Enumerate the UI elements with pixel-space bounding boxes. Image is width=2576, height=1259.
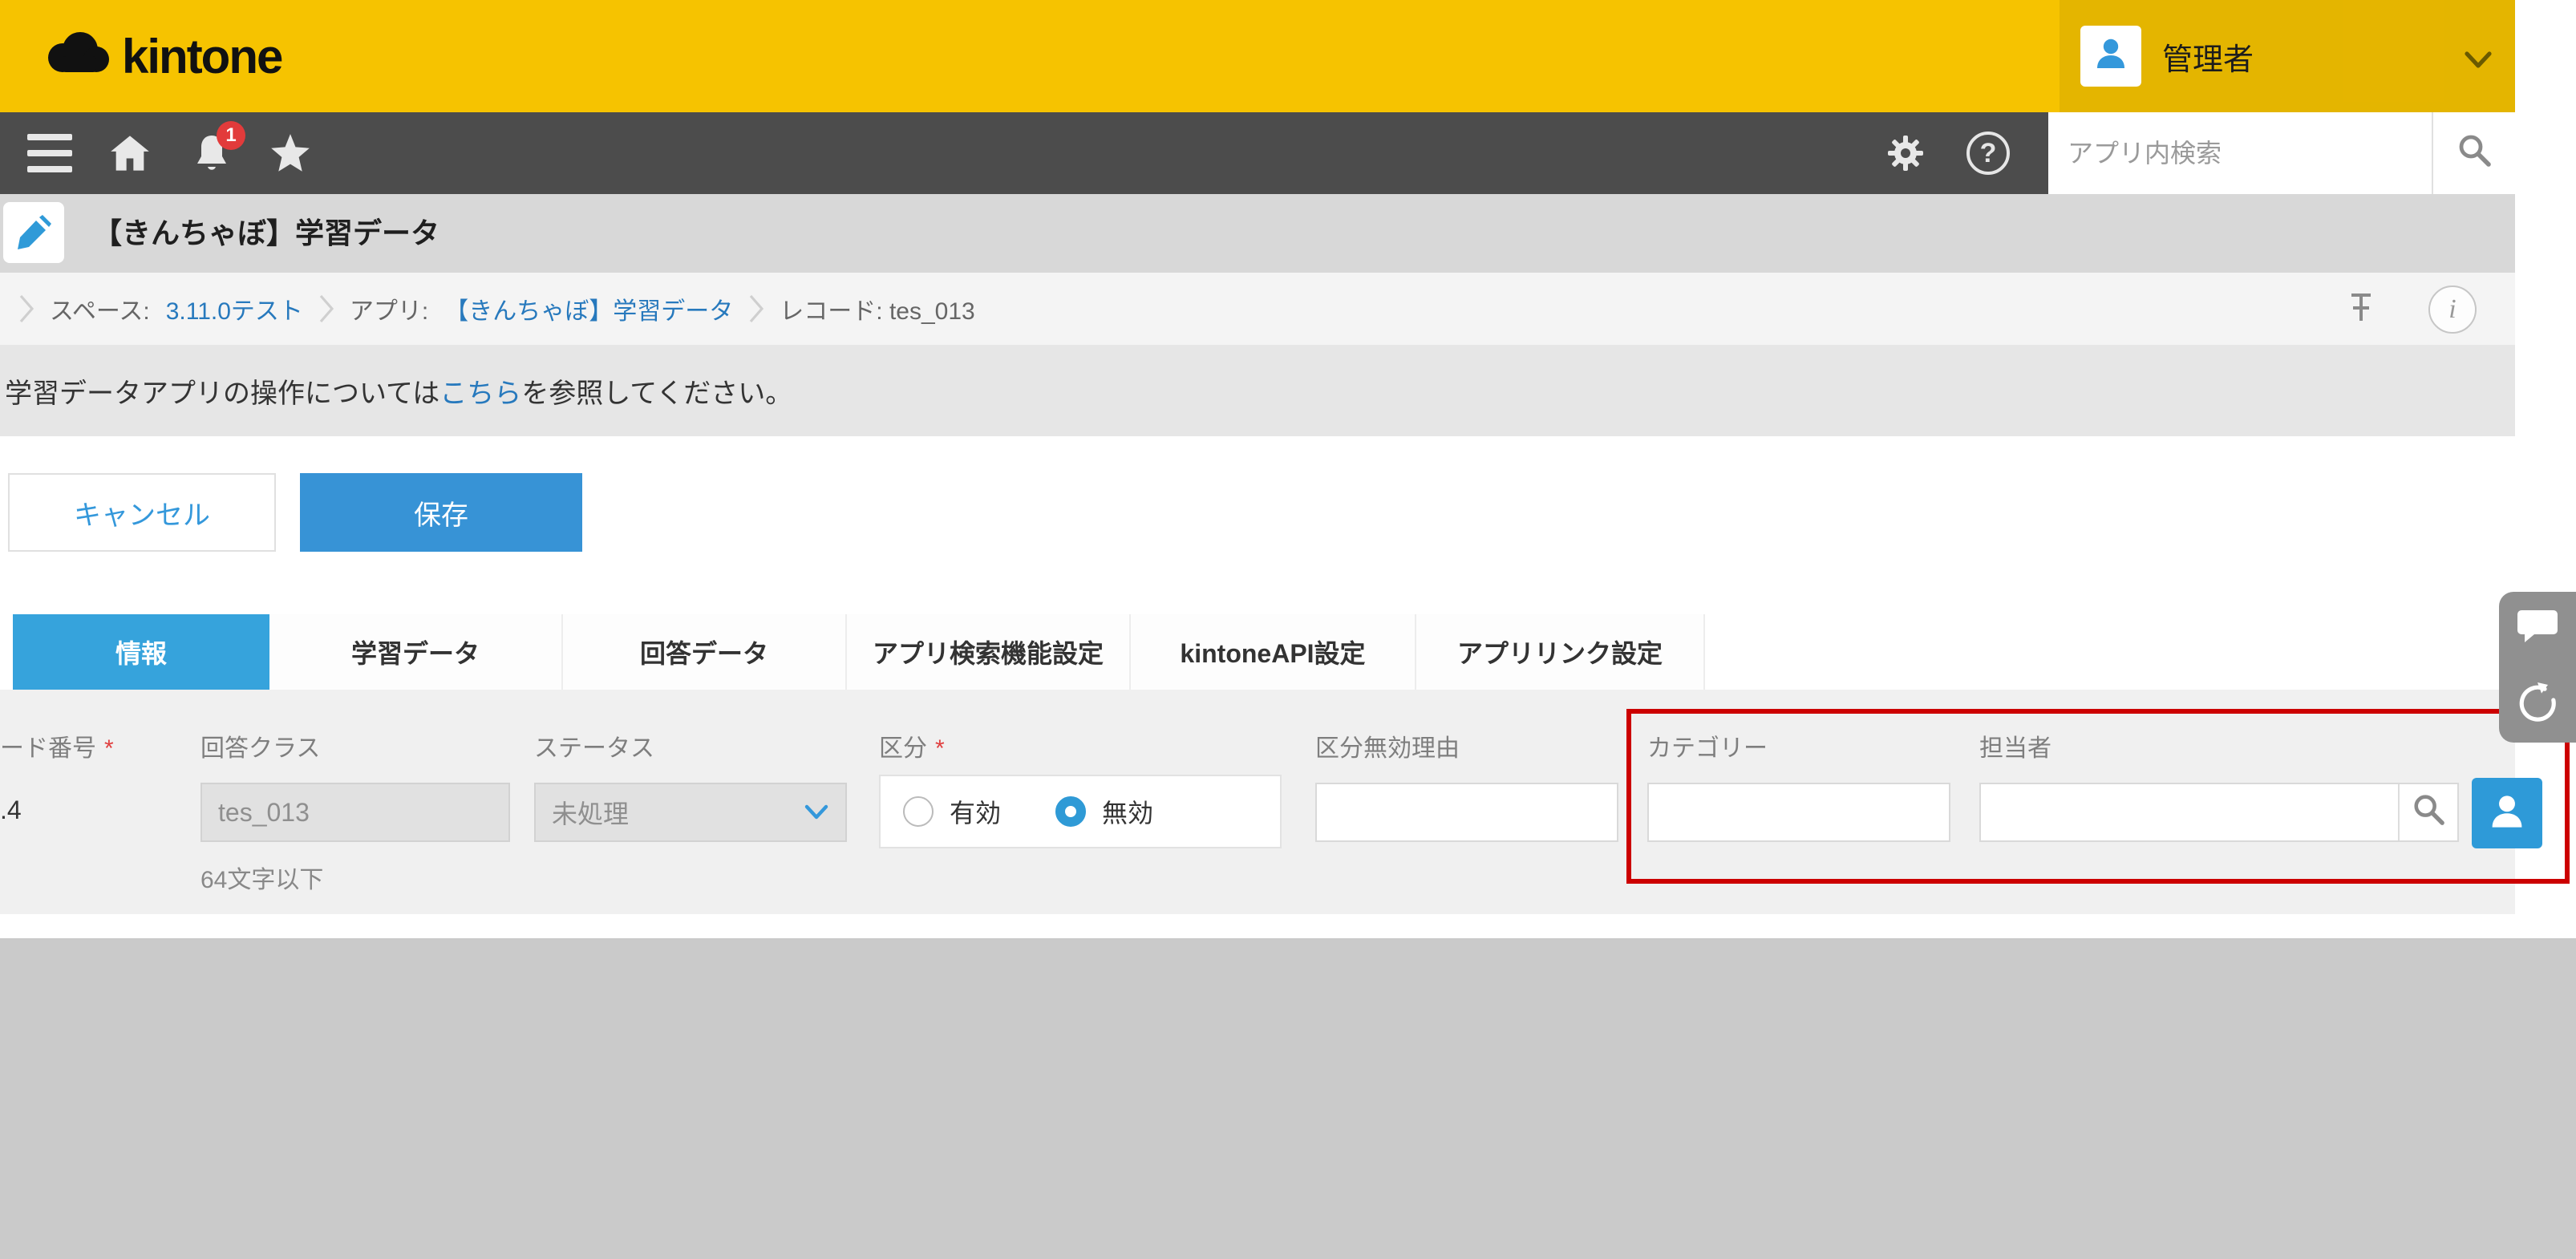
radio-option-valid[interactable]: 有効 — [903, 793, 1001, 830]
app-title-bar: 【きんちゃぼ】学習データ — [0, 194, 2515, 273]
flag-reason-label: 区分無効理由 — [1315, 728, 1460, 763]
chevron-right-icon — [19, 294, 34, 323]
cancel-button[interactable]: キャンセル — [8, 473, 276, 552]
breadcrumb-app-label: アプリ: — [350, 291, 428, 326]
side-toolbar — [2499, 592, 2576, 743]
kintone-logo[interactable]: kintone — [42, 0, 281, 112]
required-mark: * — [935, 735, 945, 762]
kubun-radio-group: 有効 無効 — [879, 775, 1282, 848]
category-label: カテゴリー — [1647, 728, 1768, 763]
breadcrumb: スペース: 3.11.0テスト アプリ: 【きんちゃぼ】学習データ レコード: … — [0, 273, 2515, 345]
breadcrumb-space-link[interactable]: 3.11.0テスト — [166, 291, 303, 326]
cloud-icon — [42, 30, 112, 82]
page-background — [0, 938, 2576, 1259]
app-pen-icon — [3, 202, 64, 263]
tab-bar: 情報 学習データ 回答データ アプリ検索機能設定 kintoneAPI設定 アプ… — [13, 614, 1705, 690]
bell-icon[interactable]: 1 — [192, 132, 231, 174]
radio-checked-icon — [1055, 796, 1086, 827]
status-value: 未処理 — [552, 794, 629, 831]
search-icon — [2457, 132, 2492, 174]
page: kintone 管理者 1 — [0, 0, 2576, 1259]
assignee-label: 担当者 — [1979, 728, 2051, 763]
notice-banner: 学習データアプリの操作についてはこちらを参照してください。 — [0, 345, 2515, 436]
status-label: ステータス — [534, 728, 654, 763]
chevron-down-icon — [804, 804, 829, 821]
history-toggle-button[interactable] — [2499, 667, 2576, 743]
record-number-label: ード番号* — [0, 728, 114, 763]
star-icon[interactable] — [269, 133, 311, 173]
tab-answer-data[interactable]: 回答データ — [563, 614, 847, 690]
record-edit-section: キャンセル 保存 情報 学習データ 回答データ アプリ検索機能設定 kinton… — [0, 436, 2515, 690]
breadcrumb-space-label: スペース: — [50, 291, 150, 326]
user-icon — [2486, 790, 2528, 837]
required-mark: * — [104, 735, 114, 762]
chevron-right-icon — [319, 294, 334, 323]
record-form: ード番号* .4 回答クラス 64文字以下 ステータス 未処理 区分* 有効 無… — [0, 690, 2515, 914]
brand-wordmark: kintone — [122, 29, 281, 84]
gear-icon[interactable] — [1886, 134, 1925, 172]
search-button[interactable] — [2432, 112, 2515, 194]
app-title: 【きんちゃぼ】学習データ — [93, 194, 439, 273]
status-select: 未処理 — [534, 783, 847, 842]
assignee-field-group — [1979, 783, 2459, 842]
info-icon[interactable]: i — [2428, 285, 2477, 334]
notice-text-before: 学習データアプリの操作については — [5, 371, 439, 411]
tab-learning-data[interactable]: 学習データ — [269, 614, 563, 690]
tab-app-link-settings[interactable]: アプリリンク設定 — [1416, 614, 1705, 690]
record-number-value: .4 — [0, 795, 22, 825]
comments-toggle-button[interactable] — [2499, 592, 2576, 667]
avatar — [2080, 26, 2141, 87]
tab-kintone-api-settings[interactable]: kintoneAPI設定 — [1131, 614, 1416, 690]
notice-link[interactable]: こちら — [439, 371, 521, 411]
assignee-field[interactable] — [1981, 784, 2398, 840]
radio-unchecked-icon — [903, 796, 934, 827]
notice-text-after: を参照してください。 — [521, 371, 792, 411]
kubun-label: 区分* — [879, 728, 945, 763]
flag-reason-field[interactable] — [1315, 783, 1618, 842]
history-icon — [2515, 679, 2560, 731]
save-button[interactable]: 保存 — [300, 473, 582, 552]
radio-option-invalid[interactable]: 無効 — [1055, 793, 1153, 830]
user-menu[interactable]: 管理者 — [2060, 0, 2515, 112]
breadcrumb-app-link[interactable]: 【きんちゃぼ】学習データ — [444, 291, 733, 326]
notification-badge: 1 — [217, 121, 245, 150]
hamburger-icon[interactable] — [26, 134, 74, 172]
pin-icon[interactable] — [2345, 290, 2377, 332]
breadcrumb-record: レコード: tes_013 — [780, 291, 974, 326]
home-icon[interactable] — [109, 134, 151, 172]
user-icon — [2092, 34, 2130, 79]
chevron-down-icon — [2464, 47, 2493, 76]
kintone-header: kintone 管理者 — [0, 0, 2515, 112]
app-search-input[interactable] — [2048, 112, 2432, 194]
category-field[interactable] — [1647, 783, 1950, 842]
assignee-user-picker-button[interactable] — [2472, 778, 2542, 848]
tab-app-search-settings[interactable]: アプリ検索機能設定 — [847, 614, 1131, 690]
comment-bubble-icon — [2517, 607, 2558, 652]
answer-class-field — [200, 783, 510, 842]
spacer — [0, 914, 2576, 938]
answer-class-hint: 64文字以下 — [200, 860, 323, 895]
user-name: 管理者 — [2162, 34, 2254, 79]
help-icon[interactable]: ? — [1966, 132, 2010, 175]
answer-class-label: 回答クラス — [200, 728, 320, 763]
assignee-search-button[interactable] — [2398, 784, 2457, 840]
search-icon — [2412, 792, 2445, 832]
tab-info[interactable]: 情報 — [13, 614, 269, 690]
chevron-right-icon — [749, 294, 763, 323]
global-toolbar: 1 ? — [0, 112, 2515, 194]
